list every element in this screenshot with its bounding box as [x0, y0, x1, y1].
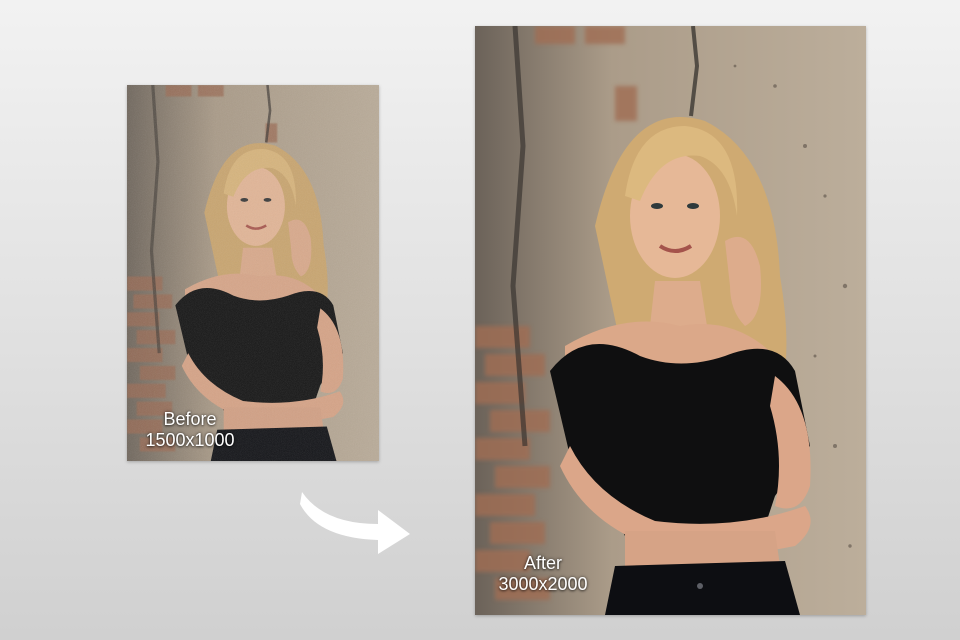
before-label: Before [163, 409, 217, 429]
after-photo [475, 26, 866, 615]
after-caption: After 3000x2000 [487, 553, 599, 595]
after-photo-image [475, 26, 866, 615]
after-resolution: 3000x2000 [498, 574, 588, 594]
before-photo [127, 85, 379, 461]
before-resolution: 1500x1000 [145, 430, 235, 450]
curved-arrow-right-icon [300, 492, 410, 554]
after-label: After [523, 553, 562, 573]
before-photo-image [127, 85, 379, 461]
before-caption: Before 1500x1000 [134, 409, 246, 451]
